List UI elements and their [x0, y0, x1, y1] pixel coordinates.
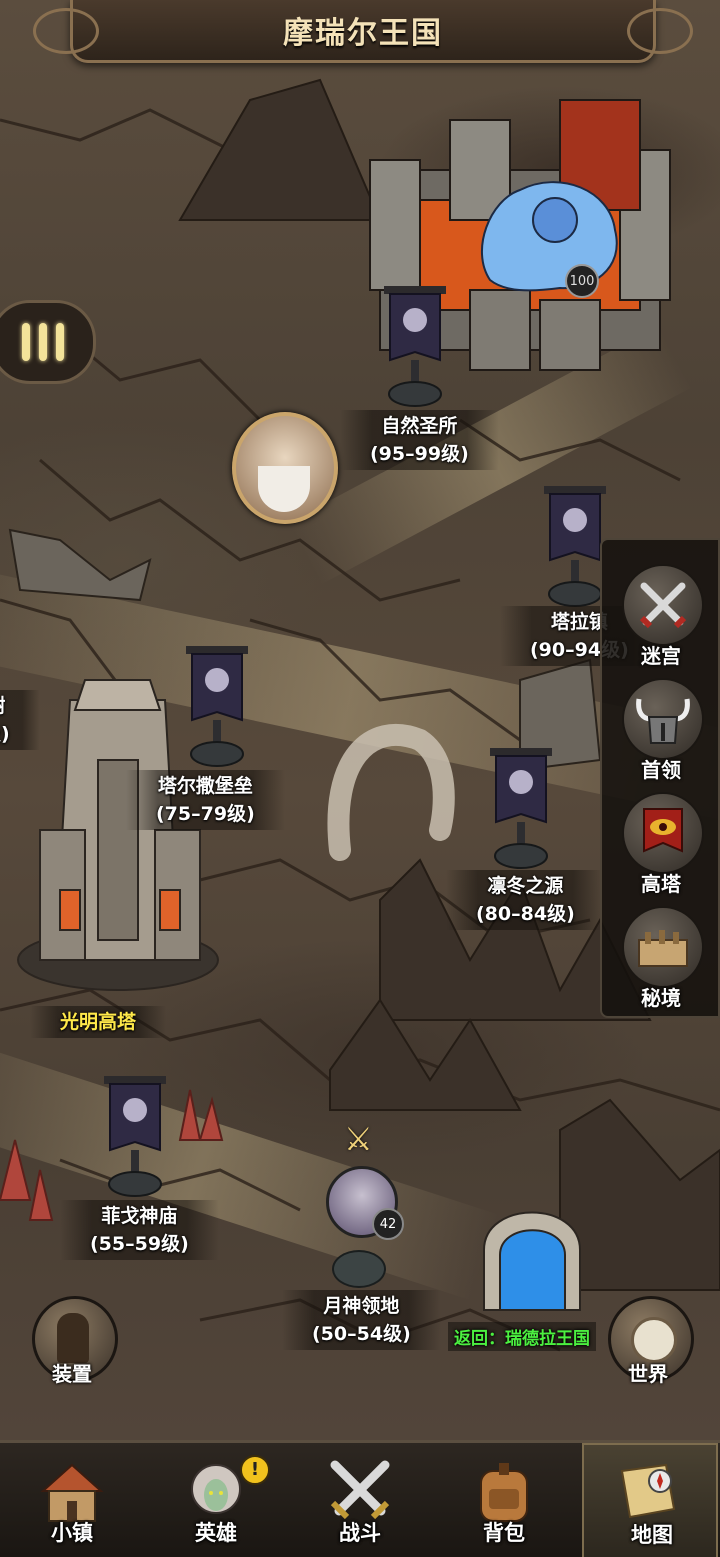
equip-label: 装置 — [52, 1362, 92, 1386]
return-portal-gate — [483, 1211, 581, 1311]
menu-bar-icon — [22, 323, 30, 361]
bottom-nav: 小镇 ! 英雄 战斗 背包 地图 — [0, 1440, 720, 1557]
elder-beard — [258, 466, 310, 512]
nav-bag[interactable]: 背包 — [432, 1443, 576, 1557]
location-levels: 级) — [0, 723, 10, 745]
title-bar: 摩瑞尔王国 — [33, 0, 693, 63]
title-ornament — [627, 8, 693, 54]
menu-bar-icon — [56, 323, 64, 361]
nav-town[interactable]: 小镇 — [0, 1443, 144, 1557]
horned-helmet-icon — [622, 678, 704, 760]
banner-icon — [186, 646, 248, 767]
title-ornament — [33, 8, 99, 54]
side-tower-button[interactable]: 高塔 — [618, 788, 704, 900]
location-name: 塔尔撒堡垒 — [157, 775, 253, 797]
banner-icon — [384, 286, 446, 407]
boss-level-badge: 100 — [565, 264, 599, 298]
ruins-icon — [622, 906, 704, 988]
player-marker[interactable]: 42 — [320, 1166, 404, 1288]
battle-marker-icon: ⚔ — [344, 1120, 373, 1158]
location-name: 树 — [0, 692, 10, 720]
return-portal-label[interactable]: 返回：瑞德拉王国 — [448, 1322, 596, 1351]
player-stand — [332, 1250, 386, 1288]
side-boss-button[interactable]: 首领 — [618, 674, 704, 786]
eye-banner-icon — [622, 792, 704, 874]
side-maze-button[interactable]: 迷宫 — [618, 560, 704, 672]
compass-icon — [631, 1317, 677, 1363]
hero-alert-badge: ! — [240, 1455, 270, 1485]
location-name: 菲戈神庙 — [101, 1205, 178, 1227]
location-levels: (95–99级) — [370, 443, 469, 465]
nav-hero[interactable]: ! 英雄 — [144, 1443, 288, 1557]
crossed-swords-icon — [622, 564, 704, 646]
menu-button[interactable] — [0, 300, 96, 384]
nav-battle[interactable]: 战斗 — [288, 1443, 432, 1557]
location-name: 凛冬之源 — [487, 875, 564, 897]
side-secret-button[interactable]: 秘境 — [618, 902, 704, 1014]
location-levels: (50–54级) — [312, 1323, 411, 1345]
craftsman-icon — [57, 1313, 89, 1363]
world-label: 世界 — [628, 1362, 668, 1386]
nav-map[interactable]: 地图 — [582, 1443, 718, 1557]
location-name: 自然圣所 — [381, 415, 458, 437]
player-level-badge: 42 — [372, 1208, 404, 1240]
banner-icon — [490, 748, 552, 869]
location-levels: (55–59级) — [90, 1233, 189, 1255]
menu-bar-icon — [39, 323, 47, 361]
npc-elder-portrait[interactable] — [232, 412, 338, 524]
page-title: 摩瑞尔王国 — [283, 16, 443, 51]
light-tower-label: 光明高塔 — [30, 1006, 167, 1038]
location-levels: (80–84级) — [476, 903, 575, 925]
location-levels: (75–79级) — [156, 803, 255, 825]
location-name: 月神领地 — [323, 1295, 400, 1317]
side-panel: 迷宫 首领 高塔 秘境 — [600, 538, 720, 1018]
banner-icon — [104, 1076, 166, 1197]
